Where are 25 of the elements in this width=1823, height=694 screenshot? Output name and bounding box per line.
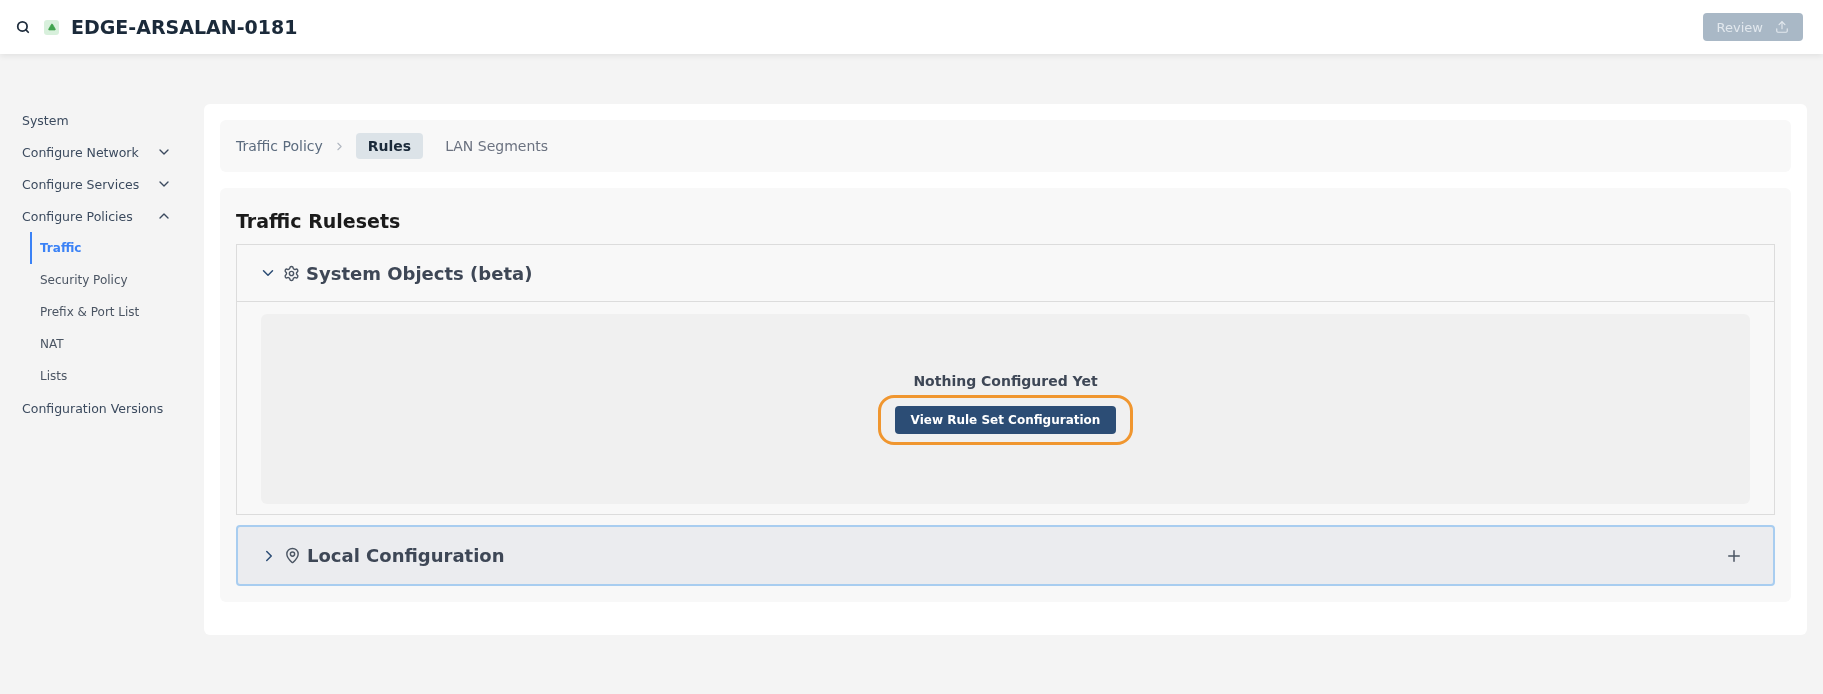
location-pin-icon [284,547,301,564]
breadcrumb-tab[interactable]: LAN Segments [433,133,561,159]
status-icon [44,19,59,35]
section-title: Traffic Rulesets [236,210,402,232]
sidebar-subitem[interactable]: Prefix & Port List [30,296,186,328]
sidebar-item[interactable]: System [0,104,186,136]
sidebar-subitem[interactable]: Lists [30,360,186,392]
upload-icon [1775,20,1789,34]
sidebar-item[interactable]: Configuration Versions [0,392,186,424]
sidebar-item[interactable]: Configure Policies [0,200,186,232]
sidebar-item[interactable]: Configure Network [0,136,186,168]
gear-icon [283,264,300,282]
search-icon[interactable] [16,20,30,34]
view-configuration-button[interactable]: View Rule Set Configuration [894,406,1117,434]
sidebar-item[interactable]: Configure Services [0,168,186,200]
empty-message: Nothing Configured Yet [913,373,1098,389]
device-title: EDGE-ARSALAN-0181 [71,16,298,38]
accordion-header[interactable]: System Objects (beta) [237,245,1774,302]
sidebar-subitem[interactable]: Security Policy [30,264,186,296]
accordion-title: Local Configuration [307,545,505,566]
breadcrumb-link[interactable]: Traffic Policy [236,138,323,154]
sidebar-subitem[interactable]: NAT [30,328,186,360]
breadcrumb-tab[interactable]: Rules [355,133,424,159]
accordion-header[interactable]: Local Configuration [238,527,1773,584]
accordion-title: System Objects (beta) [306,262,533,284]
